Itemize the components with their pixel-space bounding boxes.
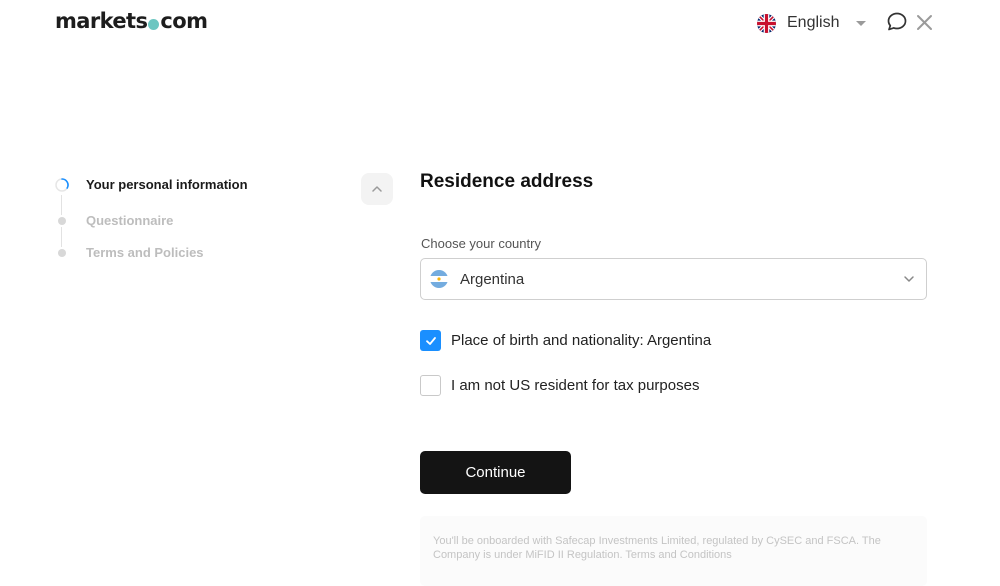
- step-dot: [58, 248, 66, 257]
- step-label: Your personal information: [86, 177, 248, 192]
- step-label: Terms and Policies: [86, 245, 204, 260]
- us-tax-checkbox[interactable]: [420, 375, 441, 396]
- checkmark-icon: [425, 336, 436, 345]
- logo[interactable]: markets com: [55, 9, 208, 33]
- step-dot: [58, 216, 66, 225]
- caret-down-icon: [856, 20, 867, 26]
- chevron-up-icon: [372, 186, 382, 192]
- argentina-flag-icon: [430, 270, 448, 288]
- step-connector: [61, 227, 62, 247]
- us-tax-checkbox-row[interactable]: I am not US resident for tax purposes: [420, 375, 699, 396]
- collapse-steps-button[interactable]: [361, 173, 393, 205]
- uk-flag-icon: [757, 13, 776, 33]
- step-connector: [61, 195, 62, 215]
- logo-text-com: com: [160, 9, 208, 33]
- birth-nationality-checkbox-row[interactable]: Place of birth and nationality: Argentin…: [420, 330, 711, 351]
- us-tax-label: I am not US resident for tax purposes: [451, 377, 700, 394]
- country-select[interactable]: Argentina: [420, 258, 927, 300]
- regulatory-notice: You'll be onboarded with Safecap Investm…: [420, 516, 927, 586]
- language-label: English: [787, 14, 840, 31]
- logo-text-markets: markets: [55, 9, 148, 33]
- continue-button[interactable]: Continue: [420, 451, 571, 494]
- chevron-down-icon: [904, 276, 914, 282]
- birth-nationality-label: Place of birth and nationality: Argentin…: [451, 332, 712, 349]
- country-value: Argentina: [460, 270, 525, 288]
- chat-icon[interactable]: [886, 11, 908, 33]
- section-title: Residence address: [420, 171, 594, 192]
- step-personal-information[interactable]: Your personal information: [54, 177, 248, 192]
- logo-dot: [148, 18, 160, 30]
- birth-nationality-checkbox[interactable]: [420, 330, 441, 351]
- step-label: Questionnaire: [86, 213, 174, 228]
- close-icon[interactable]: [916, 14, 933, 31]
- terms-conditions-link[interactable]: Terms and Conditions: [625, 549, 731, 561]
- step-terms-and-policies[interactable]: Terms and Policies: [54, 245, 204, 260]
- language-selector[interactable]: English: [757, 12, 867, 34]
- country-label: Choose your country: [421, 236, 541, 251]
- step-questionnaire[interactable]: Questionnaire: [54, 213, 173, 228]
- spinner-icon: [55, 177, 69, 192]
